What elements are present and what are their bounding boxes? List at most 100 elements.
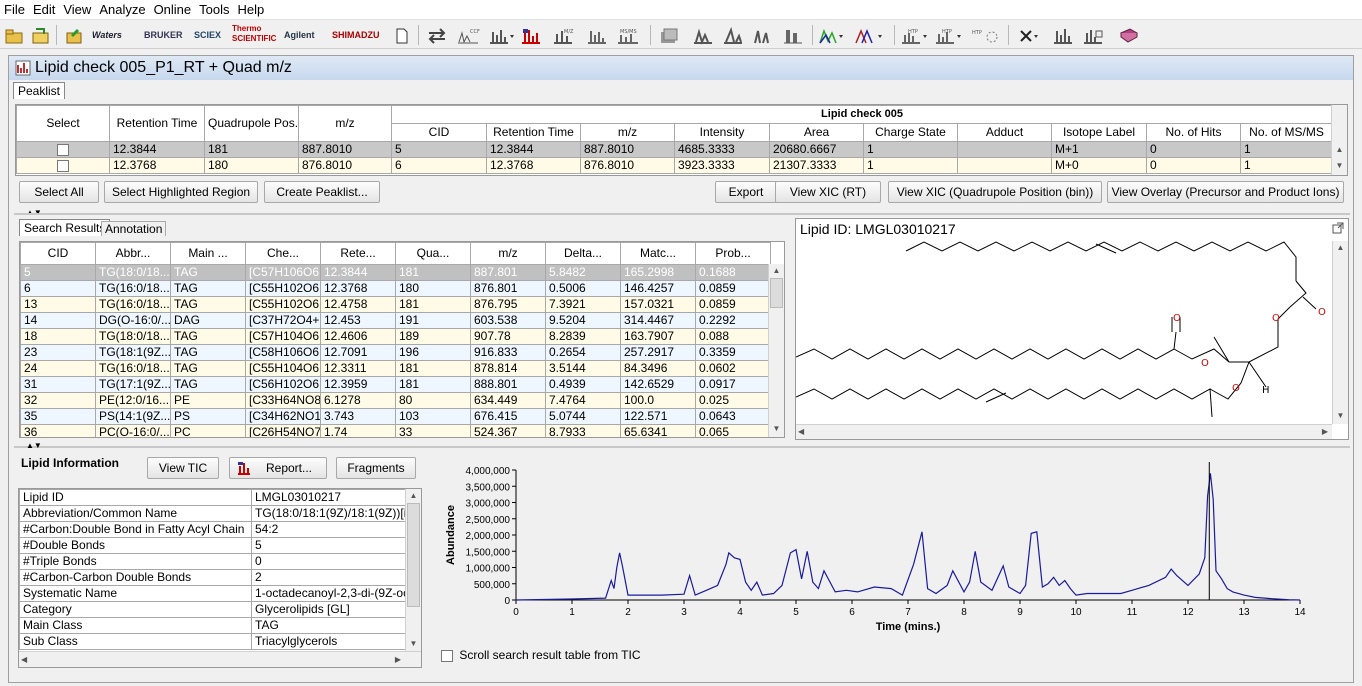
tic-chart-svg[interactable]: 0 1 2 3 4 5 6 7 8 9 10 11 12 13 140500,0001,000,0001,5… <box>430 450 1350 646</box>
bruker-import-button[interactable]: BRUKER <box>144 24 183 46</box>
expand-icon[interactable] <box>1332 222 1344 234</box>
splitter-arrows-icon-2[interactable]: ▲▼ <box>26 441 42 450</box>
select-highlighted-region-button[interactable]: Select Highlighted Region <box>104 181 258 203</box>
thermo-import-button[interactable]: Thermo SCIENTIFIC <box>232 24 276 46</box>
scroll-thumb[interactable] <box>770 278 783 308</box>
overlay-chart-icon-1[interactable] <box>818 24 846 46</box>
peak-chart-icon-2[interactable] <box>722 24 744 46</box>
overlay-chart-icon-2[interactable] <box>854 24 886 46</box>
header-group-col[interactable]: Isotope Label <box>1051 123 1147 142</box>
new-document-icon[interactable] <box>394 24 410 46</box>
scroll-from-tic-option[interactable]: Scroll search result table from TIC <box>441 648 641 662</box>
header-group-col[interactable]: No. of MS/MS <box>1239 123 1334 142</box>
row-select-checkbox[interactable] <box>57 143 69 156</box>
results-header[interactable]: Qua... <box>395 242 471 265</box>
splitter-middle[interactable] <box>14 446 1350 448</box>
header-group-col[interactable]: CID <box>391 123 487 142</box>
tab-peaklist[interactable]: Peaklist <box>13 82 66 99</box>
stacked-layers-icon[interactable] <box>658 24 680 46</box>
menu-online[interactable]: Online <box>150 0 196 17</box>
lipid-info-row[interactable]: #Double Bonds 5 <box>19 537 408 554</box>
lipid-info-hscroll[interactable]: ◀ ▶ <box>19 651 421 667</box>
header-group-col[interactable]: Adduct <box>957 123 1052 142</box>
view-xic-quadrupole-button[interactable]: View XIC (Quadrupole Position (bin)) <box>888 181 1102 203</box>
lipid-info-row[interactable]: Category Glycerolipids [GL] <box>19 601 408 618</box>
results-row[interactable]: 5 TG(18:0/18... TAG [C57H106O6 12.3844 181 887… <box>20 264 771 281</box>
results-header[interactable]: Delta... <box>545 242 621 265</box>
spectrum-bars-icon[interactable] <box>586 24 608 46</box>
header-quadrupole-position[interactable]: Quadrupole Pos... <box>204 105 299 142</box>
spectrum-color-icon[interactable] <box>520 24 542 46</box>
select-all-button[interactable]: Select All <box>19 181 99 203</box>
results-header[interactable]: Abbr... <box>95 242 171 265</box>
menu-help[interactable]: Help <box>234 0 269 17</box>
view-xic-rt-button[interactable]: View XIC (RT) <box>775 181 881 203</box>
tic-chart[interactable]: 0 1 2 3 4 5 6 7 8 9 10 11 12 13 14 0 500,000 1,000,000 1,5… <box>430 450 1350 646</box>
msms-chart-icon[interactable]: MS/MS <box>616 24 642 46</box>
row-select-checkbox[interactable] <box>57 159 69 172</box>
structure-hscroll[interactable]: ◀ ▶ <box>796 424 1332 439</box>
menu-view[interactable]: View <box>59 0 95 17</box>
lipid-info-row[interactable]: Main Class TAG <box>19 617 408 634</box>
results-row[interactable]: 6 TG(16:0/18... TAG [C55H102O6 12.3768 180 876… <box>20 280 771 297</box>
lipid-info-row[interactable]: Abbreviation/Common Name TG(18:0/18:1(9Z)… <box>19 505 408 522</box>
bar-filter-icon[interactable] <box>1052 24 1074 46</box>
peaklist-row[interactable]: 12.3844 181 887.8010 5 12.3844 887.8010 4685.3… <box>16 141 1334 158</box>
results-row[interactable]: 24 TG(16:0/18... TAG [C55H104O6 12.3311 181 87… <box>20 360 771 377</box>
select-checkbox-cell[interactable] <box>16 141 110 158</box>
header-group-col[interactable]: Intensity <box>674 123 770 142</box>
structure-vscroll[interactable]: ▲ ▼ <box>1332 241 1348 424</box>
splitter-top[interactable] <box>14 213 1350 215</box>
peaks-menu-icon[interactable] <box>488 24 516 46</box>
results-header[interactable]: Prob... <box>695 242 771 265</box>
results-row[interactable]: 35 PS(14:1(9Z... PS [C34H62NO1 3.743 103 676.4… <box>20 408 771 425</box>
results-row[interactable]: 32 PE(12:0/16... PE [C33H64NO8 6.1278 80 634.4… <box>20 392 771 409</box>
bar-table-icon[interactable] <box>1082 24 1104 46</box>
mz-chart-icon[interactable]: M/Z <box>552 24 576 46</box>
lipid-info-row[interactable]: Systematic Name 1-octadecanoyl-2,3-di-(9Z… <box>19 585 408 602</box>
view-overlay-button[interactable]: View Overlay (Precursor and Product Ions… <box>1107 181 1344 203</box>
report-button[interactable]: Report... <box>229 457 327 479</box>
library-book-icon[interactable] <box>1118 24 1140 46</box>
ccf-chart-icon[interactable]: CCF <box>456 24 480 46</box>
lipid-info-vscroll[interactable]: ▲ ▼ <box>405 489 421 652</box>
lipid-info-row[interactable]: #Triple Bonds 0 <box>19 553 408 570</box>
header-group-col[interactable]: m/z <box>580 123 675 142</box>
header-group-col[interactable]: Retention Time <box>486 123 581 142</box>
waters-import-button[interactable]: Waters <box>92 24 122 46</box>
swap-arrows-icon[interactable] <box>426 24 448 46</box>
results-header[interactable]: CID <box>20 242 96 265</box>
view-tic-button[interactable]: View TIC <box>147 457 219 479</box>
results-header[interactable]: m/z <box>470 242 546 265</box>
import-icon[interactable] <box>64 24 84 46</box>
peak-chart-icon-3[interactable] <box>752 24 774 46</box>
export-button[interactable]: Export <box>715 181 777 203</box>
results-header[interactable]: Matc... <box>620 242 696 265</box>
header-select[interactable]: Select <box>16 105 110 142</box>
open-folder-icon[interactable] <box>4 24 24 46</box>
results-row[interactable]: 13 TG(16:0/18... TAG [C55H102O6 12.4758 181 87… <box>20 296 771 313</box>
menu-tools[interactable]: Tools <box>195 0 233 17</box>
sciex-import-button[interactable]: SCIEX <box>194 24 221 46</box>
open-file-icon[interactable] <box>30 24 50 46</box>
results-row[interactable]: 14 DG(O-16:0/... DAG [C37H72O4+ 12.453 191 603… <box>20 312 771 329</box>
header-group-col[interactable]: No. of Hits <box>1146 123 1241 142</box>
menu-analyze[interactable]: Analyze <box>95 0 149 17</box>
agilent-import-button[interactable]: Agilent <box>284 24 315 46</box>
menu-edit[interactable]: Edit <box>29 0 59 17</box>
htp-icon-2[interactable]: HTP <box>934 24 964 46</box>
fragments-button[interactable]: Fragments <box>336 457 416 479</box>
lipid-info-row[interactable]: #Carbon-Carbon Double Bonds 2 <box>19 569 408 586</box>
results-row[interactable]: 18 TG(18:0/18... TAG [C57H104O6 12.4606 189 90… <box>20 328 771 345</box>
htp-icon-3[interactable]: HTP <box>970 24 1000 46</box>
header-retention-time[interactable]: Retention Time <box>109 105 205 142</box>
header-group-col[interactable]: Charge State <box>863 123 958 142</box>
scroll-from-tic-checkbox[interactable] <box>441 649 453 662</box>
tab-annotation[interactable]: Annotation <box>101 221 167 236</box>
peak-chart-icon-1[interactable] <box>692 24 714 46</box>
peak-chart-icon-4[interactable] <box>782 24 804 46</box>
lipid-info-row[interactable]: Lipid ID LMGL03010217 <box>19 489 408 506</box>
header-group-col[interactable]: Area <box>769 123 864 142</box>
tab-search-results[interactable]: Search Results <box>19 219 111 236</box>
select-checkbox-cell[interactable] <box>16 157 110 174</box>
